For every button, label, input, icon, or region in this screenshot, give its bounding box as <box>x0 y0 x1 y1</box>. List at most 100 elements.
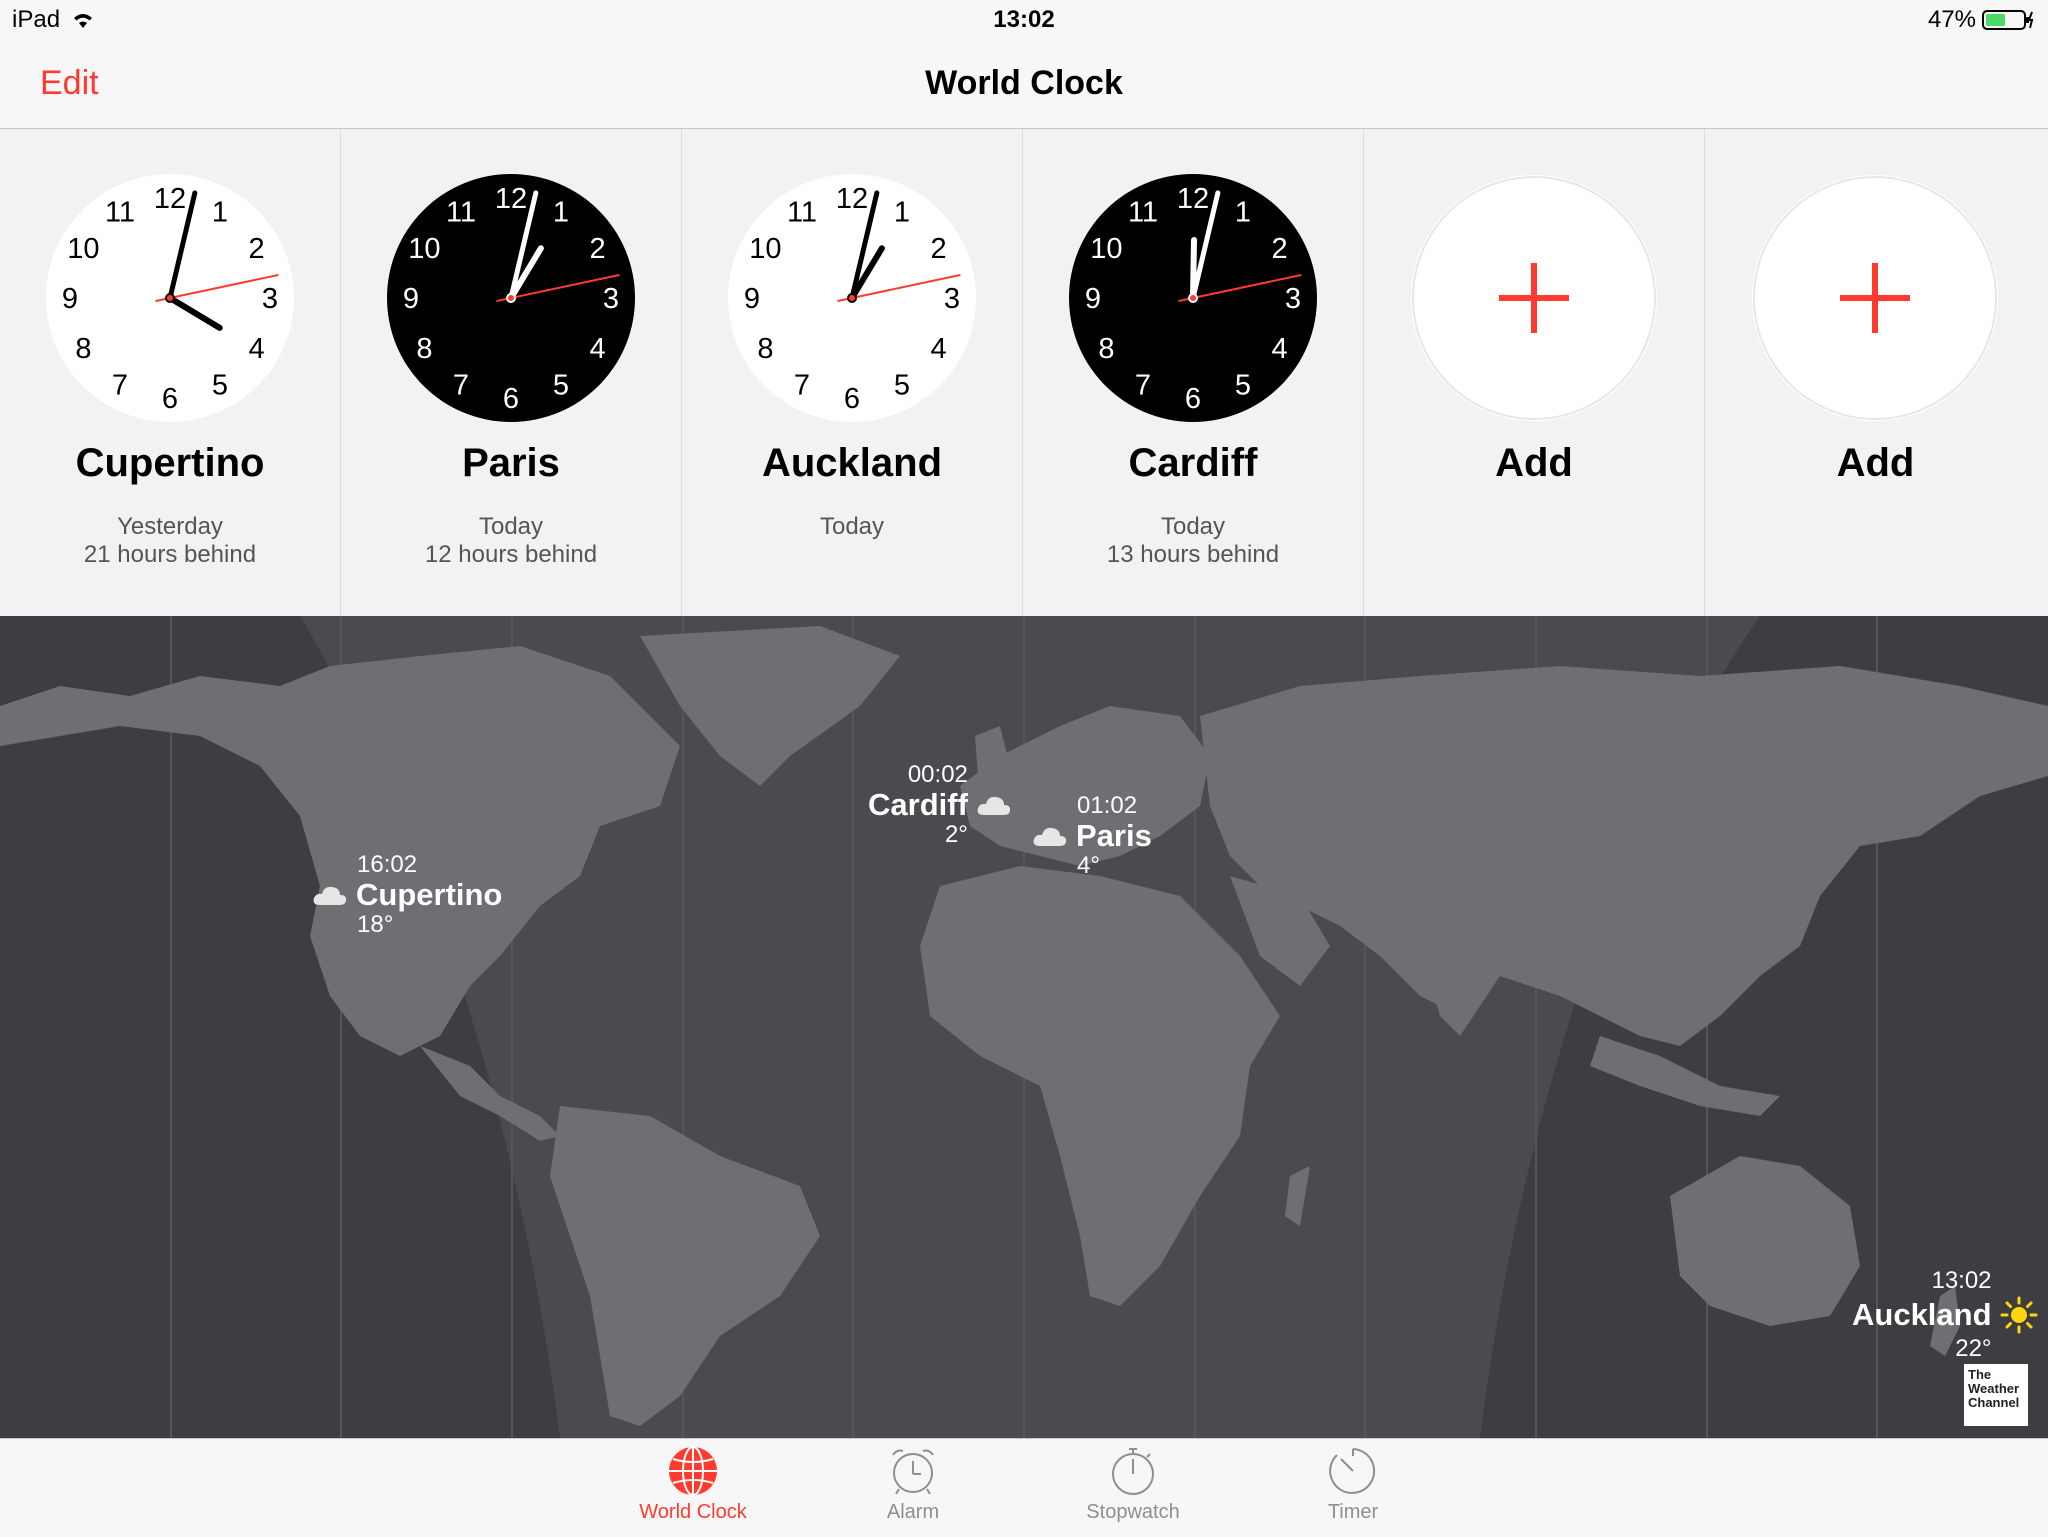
alarm-clock-icon <box>892 1449 934 1495</box>
clock-numeral: 5 <box>894 370 910 402</box>
city-name: Paris <box>462 441 560 485</box>
clock-numeral: 12 <box>1177 183 1209 215</box>
clock-numeral: 6 <box>1185 383 1201 415</box>
add-clock-button[interactable]: Add <box>1364 129 1705 616</box>
analog-clock: 1234567891011 12 <box>1069 174 1317 422</box>
tab-label: Stopwatch <box>1086 1501 1180 1523</box>
clock-numeral: 12 <box>495 183 527 215</box>
page-title: World Clock <box>925 64 1123 102</box>
tab-label: World Clock <box>639 1501 747 1523</box>
clock-numeral: 6 <box>162 383 178 415</box>
cloud-icon <box>977 796 1011 815</box>
clock-numeral: 11 <box>1128 196 1158 228</box>
clock-cell-paris[interactable]: 1 2 3 4 5 6 7 8 9 10 11 12 Paris Today 12 hours beh… <box>341 129 682 616</box>
map-city-cupertino[interactable]: 16:02 Cupertino 18° <box>312 850 502 940</box>
map-city-temp: 18° <box>357 911 394 938</box>
clock-numeral: 6 <box>503 383 519 415</box>
clock-numeral: 3 <box>262 283 278 315</box>
tab-timer[interactable]: Timer <box>1263 1445 1443 1524</box>
clock-numeral: 2 <box>590 233 606 265</box>
cloud-icon <box>1033 827 1067 846</box>
clock-numeral: 12 <box>154 183 186 215</box>
clock-numeral: 8 <box>1098 333 1114 365</box>
stopwatch-icon <box>1112 1448 1154 1495</box>
clock-cell-auckland[interactable]: 1 2 3 4 5 6 7 8 9 10 11 12 Auckland Today <box>682 129 1023 616</box>
tab-label: Alarm <box>886 1501 940 1523</box>
clock-center-dot <box>1190 295 1196 301</box>
clock-cell-cardiff[interactable]: 1 2 3 4 5 6 7 8 9 10 11 12 Cardiff Today 13 hours b… <box>1023 129 1364 616</box>
clock-numeral: 4 <box>1272 333 1288 365</box>
clock-numeral: 11 <box>446 196 476 228</box>
day-label: Today <box>1160 513 1226 540</box>
map-city-cardiff[interactable]: 00:02 Cardiff 2° <box>868 760 1012 850</box>
navigation-bar: Edit World Clock <box>0 42 2048 129</box>
clock-numeral: 7 <box>794 370 810 402</box>
offset-label: 13 hours behind <box>1106 541 1280 568</box>
map-city-temp: 4° <box>1077 852 1100 879</box>
map-city-name: Cupertino <box>356 877 503 912</box>
map-city-auckland[interactable]: 13:02 Auckland 22° <box>1852 1266 2038 1364</box>
weather-channel-logo[interactable]: The Weather Channel <box>1964 1364 2028 1426</box>
offset-label: 12 hours behind <box>424 541 598 568</box>
tab-stopwatch[interactable]: Stopwatch <box>1043 1445 1223 1524</box>
clock-numeral: 1 <box>553 196 569 228</box>
battery-icon <box>1982 10 2034 30</box>
clock-numeral: 10 <box>749 233 781 265</box>
clock-numeral: 7 <box>112 370 128 402</box>
tab-bar: World Clock Alarm Stopwatch Timer <box>0 1438 2048 1537</box>
status-bar: iPad 13:02 47% <box>0 0 2048 42</box>
clock-numeral: 2 <box>1272 233 1288 265</box>
clock-numeral: 5 <box>553 370 569 402</box>
status-time: 13:02 <box>993 6 1055 33</box>
map-city-time: 00:02 <box>907 761 968 788</box>
clock-cell-cupertino[interactable]: 1 2 3 4 5 6 7 8 9 10 11 12 Cupertino Yesterday 21 h… <box>0 129 341 616</box>
map-city-time: 01:02 <box>1077 792 1138 819</box>
clock-center-dot <box>508 295 514 301</box>
add-clock-button[interactable]: Add <box>1705 129 2046 616</box>
analog-clock: 1234567891011 12 <box>387 174 635 422</box>
clock-numeral: 10 <box>67 233 99 265</box>
add-label: Add <box>1495 441 1573 485</box>
world-map: 16:02 Cupertino 18° 00:02 Cardiff 2° 01:… <box>0 616 2048 1438</box>
city-name: Cardiff <box>1128 441 1258 485</box>
clock-numeral: 11 <box>787 196 817 228</box>
clock-strip: 1 2 3 4 5 6 7 8 9 10 11 12 Cupertino Yesterday 21 h… <box>0 129 2048 616</box>
clock-numeral: 7 <box>1135 370 1151 402</box>
australia <box>1670 1156 1860 1326</box>
city-name: Cupertino <box>75 441 265 485</box>
tab-alarm[interactable]: Alarm <box>823 1445 1003 1524</box>
plus-icon <box>1411 175 1657 421</box>
clock-numeral: 9 <box>744 283 760 315</box>
clock-numeral: 11 <box>105 196 135 228</box>
city-name: Auckland <box>761 441 943 485</box>
clock-numeral: 1 <box>894 196 910 228</box>
clock-numeral: 4 <box>249 333 265 365</box>
clock-numeral: 4 <box>931 333 947 365</box>
clock-center-dot <box>167 295 173 301</box>
battery-percent: 47% <box>1927 6 1976 33</box>
day-label: Today <box>819 513 885 540</box>
clock-numeral: 3 <box>1285 283 1301 315</box>
southeast-asia <box>1590 1036 1780 1116</box>
tab-world-clock[interactable]: World Clock <box>603 1445 783 1524</box>
clock-numeral: 3 <box>944 283 960 315</box>
clock-numeral: 10 <box>1090 233 1122 265</box>
clock-numeral: 8 <box>416 333 432 365</box>
map-city-paris[interactable]: 01:02 Paris 4° <box>1032 791 1152 881</box>
tab-label: Timer <box>1327 1501 1379 1523</box>
map-city-time: 13:02 <box>1931 1267 1992 1294</box>
clock-numeral: 10 <box>408 233 440 265</box>
clock-numeral: 9 <box>403 283 419 315</box>
timer-icon <box>1329 1448 1376 1494</box>
map-city-time: 16:02 <box>357 851 418 878</box>
analog-clock: 1234567891011 12 <box>728 174 976 422</box>
clock-numeral: 7 <box>453 370 469 402</box>
clock-numeral: 2 <box>249 233 265 265</box>
globe-icon <box>669 1446 717 1496</box>
clock-numeral: 9 <box>1085 283 1101 315</box>
map-city-temp: 2° <box>944 821 968 848</box>
clock-numeral: 6 <box>844 383 860 415</box>
offset-label: 21 hours behind <box>83 541 257 568</box>
clock-numeral: 5 <box>212 370 228 402</box>
clock-numeral: 8 <box>757 333 773 365</box>
